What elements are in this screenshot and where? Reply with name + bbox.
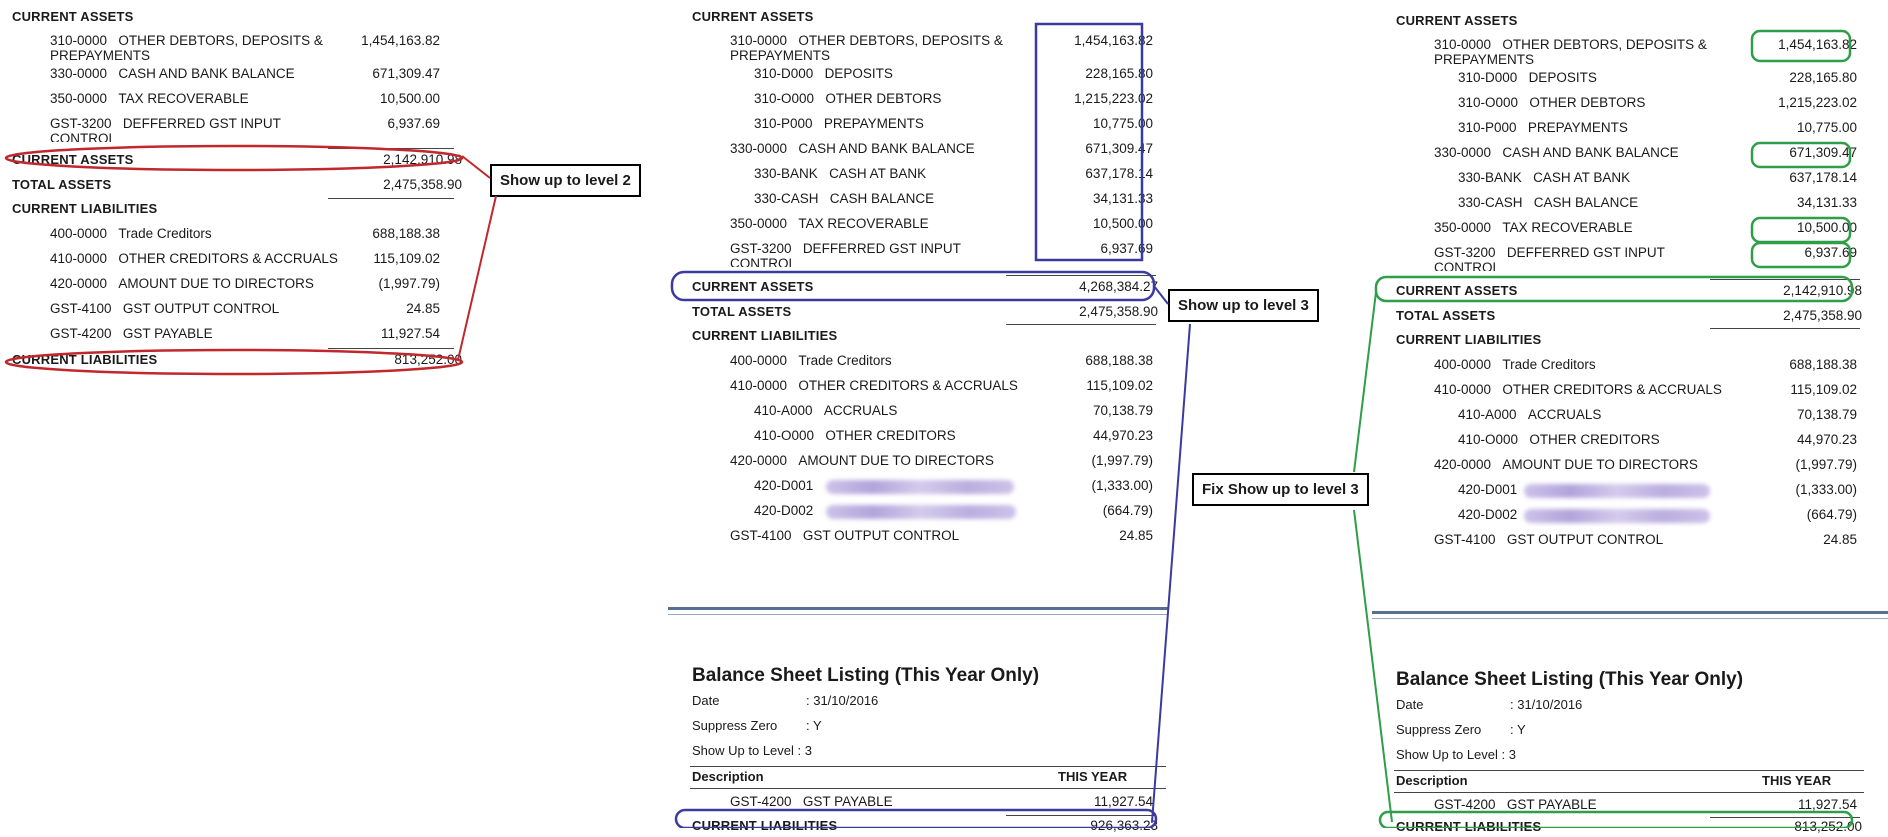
meta-suppress-label: Suppress Zero (1396, 722, 1482, 737)
account-row: 330-0000 CASH AND BANK BALANCE 671,309.4… (50, 66, 440, 81)
account-row: 410-A000 ACCRUALS 70,138.79 (754, 403, 1153, 418)
account-row: GST-4200 GST PAYABLE 11,927.54 (1434, 797, 1857, 812)
account-row: 330-0000 CASH AND BANK BALANCE 671,309.4… (1434, 145, 1857, 160)
account-row: 420-0000 AMOUNT DUE TO DIRECTORS (1,997.… (1434, 457, 1857, 472)
account-row: 310-D000 DEPOSITS 228,165.80 (1458, 70, 1857, 85)
rule-line (1006, 275, 1156, 276)
account-row: 350-0000 TAX RECOVERABLE 10,500.00 (50, 91, 440, 106)
account-row: 350-0000 TAX RECOVERABLE 10,500.00 (730, 216, 1153, 231)
meta-date-value: : 31/10/2016 (1510, 697, 1583, 712)
page-break (668, 614, 1168, 615)
account-row: 420-0000 AMOUNT DUE TO DIRECTORS (1,997.… (50, 276, 440, 291)
current-liabilities-total-row: CURRENT LIABILITIES 813,252.00 (12, 352, 462, 367)
rule-line (690, 788, 1166, 789)
rule-line (328, 348, 454, 349)
report-title: Balance Sheet Listing (This Year Only) (1396, 669, 1744, 690)
total-assets-row: TOTAL ASSETS 2,475,358.90 (12, 177, 462, 192)
account-row: 410-0000 OTHER CREDITORS & ACCRUALS 115,… (1434, 382, 1857, 397)
meta-level: Show Up to Level : 3 (692, 743, 812, 758)
account-row: 310-P000 PREPAYMENTS 10,775.00 (1458, 120, 1857, 135)
callout-level-3: Show up to level 3 (1168, 289, 1319, 322)
rule-line (1710, 279, 1860, 280)
account-row: 310-0000 OTHER DEBTORS, DEPOSITS & PREPA… (1434, 37, 1857, 67)
rule-line (328, 148, 454, 149)
redacted-name (1524, 509, 1710, 523)
redacted-name (1524, 484, 1710, 498)
meta-date-value: : 31/10/2016 (806, 693, 879, 708)
current-assets-total-row: CURRENT ASSETS 2,142,910.98 (12, 152, 462, 167)
rule-line (1394, 792, 1864, 793)
col-description: Description (692, 769, 764, 784)
account-row: GST-3200 DEFFERRED GST INPUT CONTROL 6,9… (1434, 245, 1857, 271)
account-row: 310-O000 OTHER DEBTORS 1,215,223.02 (754, 91, 1153, 106)
meta-level: Show Up to Level : 3 (1396, 747, 1516, 762)
account-row: 330-CASH CASH BALANCE 34,131.33 (1458, 195, 1857, 210)
account-row: 330-BANK CASH AT BANK 637,178.14 (754, 166, 1153, 181)
account-row: 350-0000 TAX RECOVERABLE 10,500.00 (1434, 220, 1857, 235)
account-row: 310-O000 OTHER DEBTORS 1,215,223.02 (1458, 95, 1857, 110)
account-row: 410-A000 ACCRUALS 70,138.79 (1458, 407, 1857, 422)
current-assets-total-row: CURRENT ASSETS 4,268,384.27 (692, 279, 1158, 294)
meta-date-label: Date (1396, 697, 1424, 712)
account-row: GST-4200 GST PAYABLE 11,927.54 (50, 326, 440, 341)
account-row: 330-0000 CASH AND BANK BALANCE 671,309.4… (730, 141, 1153, 156)
rule-line (328, 198, 454, 199)
meta-date-label: Date (692, 693, 720, 708)
page-break (1372, 611, 1888, 614)
account-row: GST-3200 DEFFERRED GST INPUT CONTROL 6,9… (730, 241, 1153, 267)
rule-line (1394, 770, 1864, 771)
account-row: 410-O000 OTHER CREDITORS 44,970.23 (1458, 432, 1857, 447)
total-assets-row: TOTAL ASSETS 2,475,358.90 (692, 304, 1158, 319)
rule-line (1006, 324, 1156, 325)
redacted-name (826, 505, 1016, 519)
account-row: GST-4100 GST OUTPUT CONTROL 24.85 (50, 301, 440, 316)
redacted-name (826, 480, 1014, 494)
col-description: Description (1396, 773, 1468, 788)
account-row: 400-0000 Trade Creditors 688,188.38 (1434, 357, 1857, 372)
current-liabilities-total-row: CURRENT LIABILITIES 926,363.23 (692, 818, 1158, 833)
callout-level-2: Show up to level 2 (490, 164, 641, 197)
account-row: 410-O000 OTHER CREDITORS 44,970.23 (754, 428, 1153, 443)
current-assets-total-row: CURRENT ASSETS 2,142,910.98 (1396, 283, 1862, 298)
page-break (668, 607, 1168, 610)
account-row: GST-4200 GST PAYABLE 11,927.54 (730, 794, 1153, 809)
total-assets-row: TOTAL ASSETS 2,475,358.90 (1396, 308, 1862, 323)
account-row: 310-P000 PREPAYMENTS 10,775.00 (754, 116, 1153, 131)
rule-line (690, 766, 1166, 767)
middle-report-panel: CURRENT ASSETS 310-0000 OTHER DEBTORS, D… (668, 0, 1168, 833)
account-row: 400-0000 Trade Creditors 688,188.38 (730, 353, 1153, 368)
account-row: 330-CASH CASH BALANCE 34,131.33 (754, 191, 1153, 206)
col-this-year: THIS YEAR (1762, 773, 1832, 788)
account-row: GST-3200 DEFFERRED GST INPUT CONTROL 6,9… (50, 116, 440, 142)
current-liabilities-total-row: CURRENT LIABILITIES 813,252.00 (1396, 819, 1862, 834)
meta-suppress-value: : Y (806, 718, 822, 733)
left-report-panel: CURRENT ASSETS 310-0000 OTHER DEBTORS, D… (0, 0, 470, 380)
account-row: 400-0000 Trade Creditors 688,188.38 (50, 226, 440, 241)
meta-suppress-label: Suppress Zero (692, 718, 778, 733)
right-report-panel: CURRENT ASSETS 310-0000 OTHER DEBTORS, D… (1372, 0, 1888, 834)
account-row: 420-0000 AMOUNT DUE TO DIRECTORS (1,997.… (730, 453, 1153, 468)
meta-suppress-value: : Y (1510, 722, 1526, 737)
col-this-year: THIS YEAR (1058, 769, 1128, 784)
account-row: 310-D000 DEPOSITS 228,165.80 (754, 66, 1153, 81)
account-row: 310-0000 OTHER DEBTORS, DEPOSITS & PREPA… (50, 33, 440, 63)
account-row: 410-0000 OTHER CREDITORS & ACCRUALS 115,… (50, 251, 440, 266)
account-row: 410-0000 OTHER CREDITORS & ACCRUALS 115,… (730, 378, 1153, 393)
account-row: GST-4100 GST OUTPUT CONTROL 24.85 (1434, 532, 1857, 547)
report-title: Balance Sheet Listing (This Year Only) (692, 665, 1040, 686)
account-row: GST-4100 GST OUTPUT CONTROL 24.85 (730, 528, 1153, 543)
page-break (1372, 618, 1888, 619)
callout-fix-level-3: Fix Show up to level 3 (1192, 473, 1369, 506)
account-row: 330-BANK CASH AT BANK 637,178.14 (1458, 170, 1857, 185)
account-row: 310-0000 OTHER DEBTORS, DEPOSITS & PREPA… (730, 33, 1153, 63)
rule-line (1710, 328, 1860, 329)
